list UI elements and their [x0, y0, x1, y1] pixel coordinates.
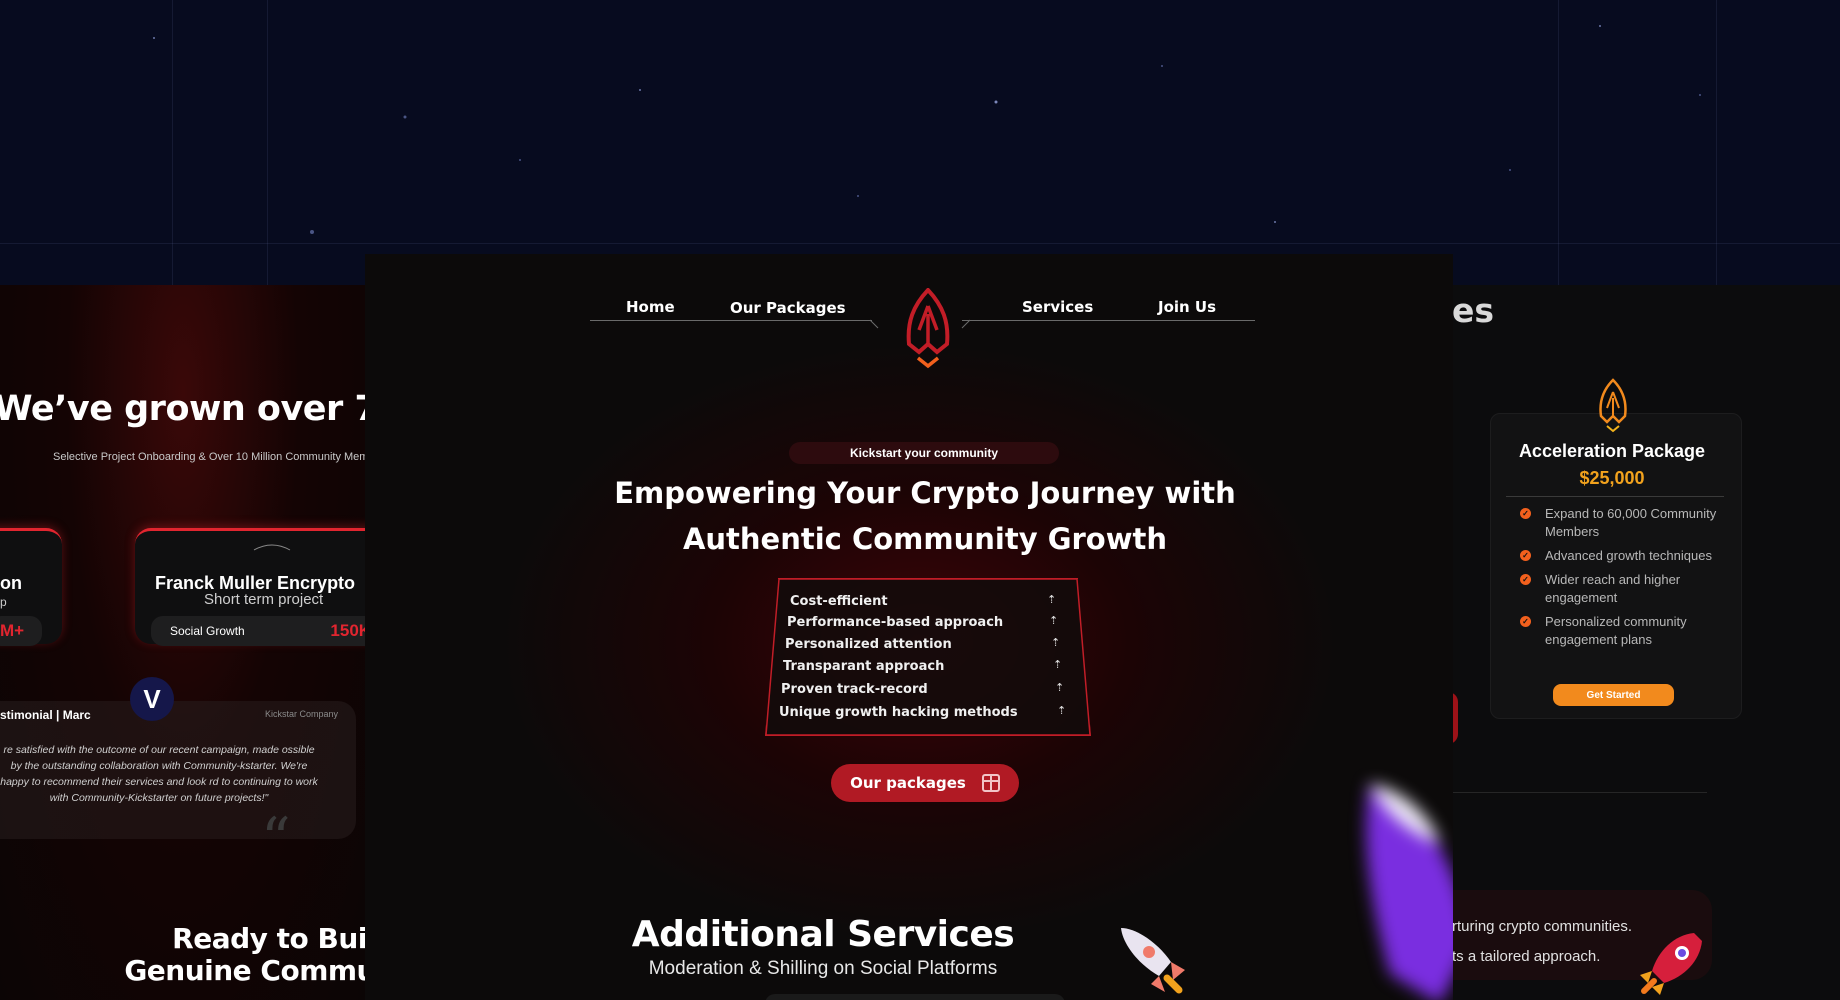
project-subtitle: p	[0, 595, 7, 609]
nav-our-packages[interactable]: Our Packages	[730, 299, 846, 317]
grid-line	[1558, 0, 1559, 290]
check-icon: ✓	[1520, 574, 1531, 585]
nav-join-us[interactable]: Join Us	[1158, 298, 1216, 316]
main-preview-panel: Home Our Packages Services Join Us Kicks…	[365, 254, 1453, 1000]
grid-line	[267, 0, 268, 290]
additional-services-title: Additional Services	[631, 914, 1015, 955]
cta-heading: Ready to Buil Genuine Commu	[116, 923, 366, 987]
package-feature: ✓ Expand to 60,000 Community Members	[1520, 505, 1740, 541]
feature-item: Unique growth hacking methods	[779, 705, 1018, 720]
growth-heading: We’ve grown over 70	[0, 389, 366, 429]
rocket-icon: ⇡	[1049, 615, 1059, 627]
testimonial-company: Kickstar Company	[265, 709, 339, 719]
rocket-icon: ⇡	[1051, 637, 1061, 649]
get-started-button[interactable]: Get Started	[1553, 684, 1674, 706]
project-stat: Social Growth 150K+	[151, 616, 366, 646]
testimonial-author: stimonial | Marc	[0, 708, 91, 722]
quote-icon: “	[261, 805, 291, 873]
testimonial-body: re satisfied with the outcome of our rec…	[0, 744, 318, 804]
kicker-badge: Kickstart your community	[789, 442, 1059, 464]
nav-home[interactable]: Home	[626, 298, 675, 316]
feature-item: Performance-based approach	[787, 615, 1004, 630]
project-stat: M+	[0, 616, 42, 646]
starfield-background	[153, 25, 1701, 234]
info-text: rturing crypto communities.	[1452, 918, 1633, 935]
cta-line: Genuine Commu	[124, 954, 366, 987]
rocket-icon: ⇡	[1057, 705, 1067, 717]
grid-line	[0, 243, 1840, 244]
feature-text: Wider reach and higher engagement	[1545, 572, 1681, 605]
feature-item: Transparant approach	[783, 659, 945, 674]
service-pill	[765, 994, 1065, 1000]
rocket-logo-icon[interactable]	[899, 288, 957, 372]
grid-line	[1716, 0, 1717, 290]
rocket-logo-icon	[1599, 378, 1627, 433]
check-icon: ✓	[1520, 508, 1531, 519]
hero-title-line: Empowering Your Crypto Journey with	[614, 476, 1236, 510]
rocket-icon: ⇡	[1053, 659, 1063, 671]
package-feature: ✓ Advanced growth techniques	[1520, 547, 1740, 565]
additional-services-subtitle: Moderation & Shilling on Social Platform…	[648, 958, 998, 979]
growth-subheading: Selective Project Onboarding & Over 10 M…	[53, 451, 366, 463]
feature-text: Expand to 60,000 Community Members	[1545, 506, 1717, 539]
rocket-icon: ⇡	[1047, 594, 1057, 606]
stat-value: 150K+	[330, 621, 366, 640]
project-title: on	[0, 573, 22, 593]
stat-label: Social Growth	[170, 624, 245, 638]
project-card: Franck Muller Encrypto Short term projec…	[135, 528, 366, 646]
section-heading: es	[1452, 291, 1495, 330]
button-label: Our packages	[850, 774, 966, 792]
nav-line	[590, 320, 872, 321]
feature-item: Proven track-record	[781, 682, 928, 697]
divider	[1452, 792, 1707, 793]
project-card: on p M+	[0, 528, 62, 646]
feature-item: Personalized attention	[785, 637, 952, 652]
gift-icon	[981, 774, 1000, 792]
rocket-illustration-icon	[1640, 933, 1702, 995]
right-preview-panel: es Acceleration Package $25,000 ✓ Expand …	[1452, 285, 1840, 1000]
feature-text: Personalized community engagement plans	[1545, 614, 1687, 647]
avatar: V	[130, 677, 174, 721]
package-features: ✓ Expand to 60,000 Community Members ✓ Adv…	[1520, 505, 1740, 655]
hero-title: Empowering Your Crypto Journey with Auth…	[565, 470, 1285, 562]
hero-title-line: Authentic Community Growth	[682, 522, 1168, 556]
check-icon: ✓	[1520, 550, 1531, 561]
nav-line	[962, 320, 1255, 321]
check-icon: ✓	[1520, 616, 1531, 627]
stat-value: M+	[0, 621, 25, 640]
package-title: Acceleration Package	[1518, 441, 1706, 461]
package-feature: ✓ Personalized community engagement plans	[1520, 613, 1740, 649]
nav-services[interactable]: Services	[1022, 298, 1093, 316]
cta-line: Ready to Buil	[172, 922, 366, 955]
brand-badge-icon	[253, 544, 291, 551]
our-packages-button[interactable]: Our packages	[831, 764, 1019, 802]
grid-line	[172, 0, 173, 290]
divider	[1506, 496, 1724, 497]
project-subtitle: Short term project	[204, 591, 324, 608]
rocket-illustration-icon	[1366, 784, 1453, 1000]
left-preview-panel: We’ve grown over 70 Selective Project On…	[0, 285, 366, 1000]
feature-text: Advanced growth techniques	[1545, 548, 1712, 563]
info-text: ts a tailored approach.	[1452, 948, 1601, 965]
package-feature: ✓ Wider reach and higher engagement	[1520, 571, 1740, 607]
rocket-illustration-icon	[1121, 928, 1185, 994]
feature-item: Cost-efficient	[790, 594, 888, 609]
package-price: $25,000	[1579, 468, 1645, 488]
rocket-icon: ⇡	[1055, 682, 1065, 694]
